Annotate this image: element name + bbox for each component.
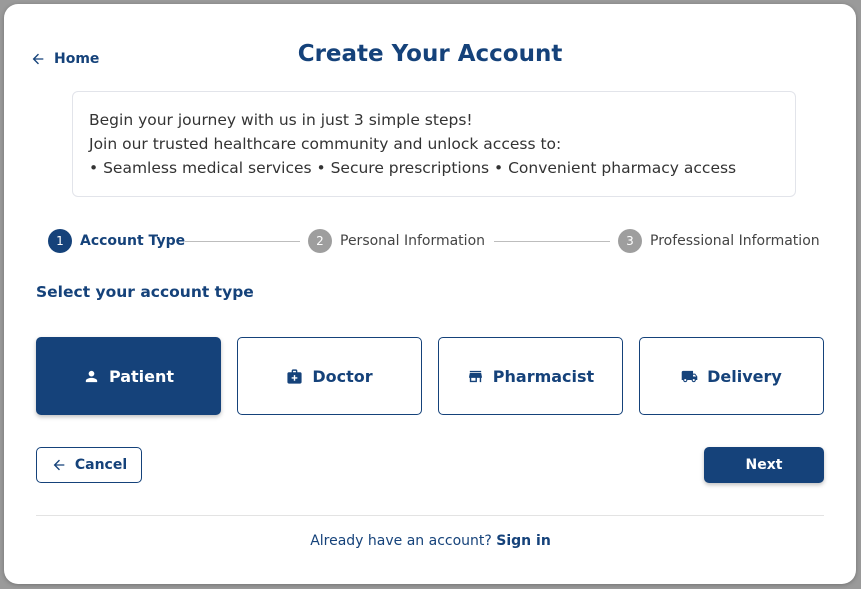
account-type-options: Patient Doctor Pharmacist Delivery <box>36 337 824 415</box>
truck-icon <box>681 370 698 382</box>
divider <box>36 515 824 516</box>
step-personal-information: 2 Personal Information <box>308 229 485 253</box>
step-connector <box>494 241 610 242</box>
account-type-doctor-button[interactable]: Doctor <box>237 337 422 415</box>
account-type-label: Patient <box>108 366 175 386</box>
step-number: 1 <box>48 229 72 253</box>
intro-line-3: • Seamless medical services • Secure pre… <box>89 159 737 177</box>
intro-line-1: Begin your journey with us in just 3 sim… <box>89 111 473 129</box>
step-label: Personal Information <box>340 233 486 249</box>
account-type-label: Doctor <box>312 366 373 386</box>
page-title: Create Your Account <box>297 41 563 67</box>
cancel-label: Cancel <box>74 457 128 473</box>
signin-prompt-text: Already have an account? <box>310 533 492 549</box>
signin-link[interactable]: Sign in <box>496 533 551 549</box>
account-type-pharmacist-button[interactable]: Pharmacist <box>438 337 623 415</box>
step-label: Account Type <box>80 233 186 249</box>
step-label: Professional Information <box>650 233 820 249</box>
cancel-button[interactable]: Cancel <box>36 447 142 483</box>
account-type-heading: Select your account type <box>36 283 254 301</box>
step-professional-information: 3 Professional Information <box>618 229 820 253</box>
signin-prompt: Already have an account? Sign in <box>0 533 861 549</box>
stepper: 1 Account Type 2 Personal Information 3 … <box>48 229 838 253</box>
person-icon <box>85 370 98 382</box>
account-type-label: Pharmacist <box>492 366 595 386</box>
account-type-label: Delivery <box>707 366 782 386</box>
step-number: 3 <box>618 229 642 253</box>
arrow-left-icon <box>53 459 65 471</box>
intro-box: Begin your journey with us in just 3 sim… <box>72 91 796 197</box>
step-account-type: 1 Account Type <box>48 229 185 253</box>
store-icon <box>468 370 482 382</box>
intro-line-2: Join our trusted healthcare community an… <box>89 135 562 153</box>
step-connector <box>185 241 300 242</box>
account-type-patient-button[interactable]: Patient <box>36 337 221 415</box>
next-button[interactable]: Next <box>704 447 824 483</box>
medical-bag-icon <box>287 368 302 384</box>
step-number: 2 <box>308 229 332 253</box>
account-type-delivery-button[interactable]: Delivery <box>639 337 824 415</box>
